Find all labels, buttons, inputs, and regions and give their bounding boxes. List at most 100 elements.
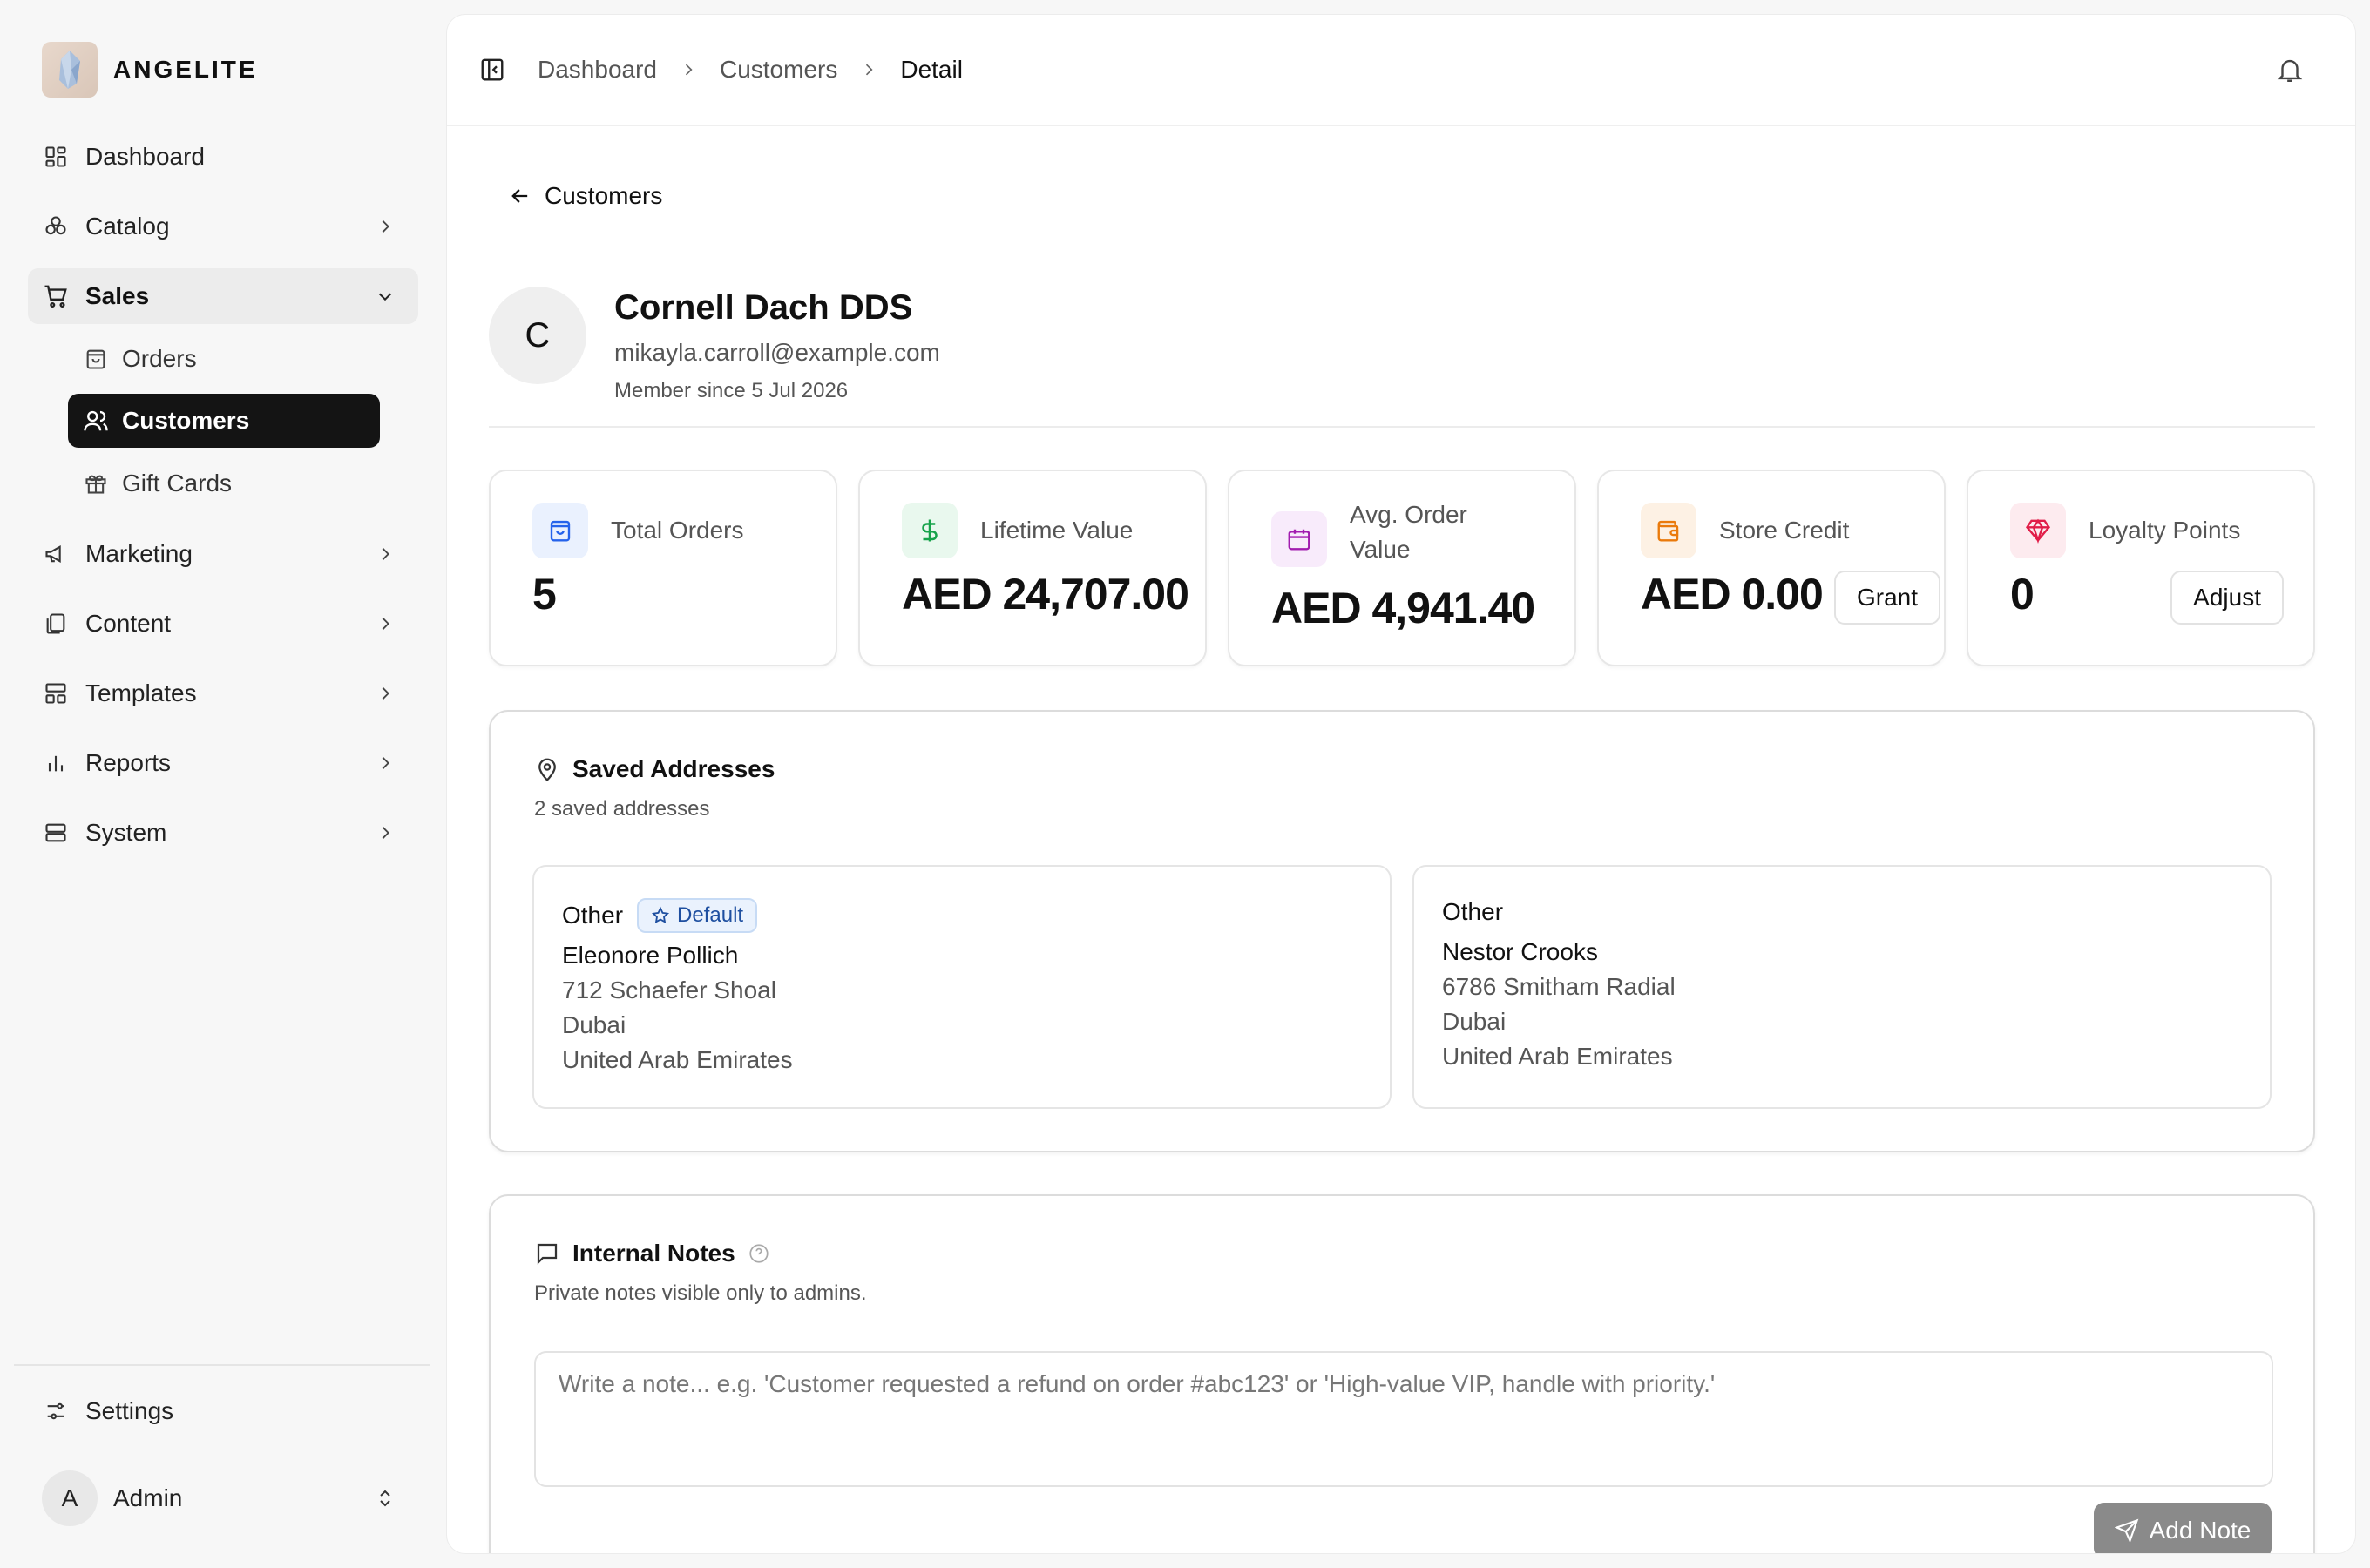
add-note-label: Add Note — [2149, 1517, 2252, 1544]
sidebar-item-system[interactable]: System — [28, 805, 418, 861]
sidebar-item-label: Templates — [85, 679, 197, 706]
sidebar-item-sales[interactable]: Sales — [28, 268, 418, 324]
member-since: Member since 5 Jul 2026 — [614, 379, 849, 402]
chevron-right-icon — [371, 213, 399, 240]
sidebar-item-catalog[interactable]: Catalog — [28, 199, 418, 254]
sidebar-item-templates[interactable]: Templates — [28, 666, 418, 721]
brand[interactable]: ANGELITE — [42, 42, 258, 98]
bag-icon — [532, 503, 588, 558]
sidebar-item-label: Reports — [85, 749, 172, 776]
sidebar-item-gift-cards[interactable]: Gift Cards — [68, 456, 380, 510]
brand-name: ANGELITE — [113, 56, 258, 83]
stat-label: Total Orders — [611, 517, 744, 544]
server-icon — [42, 819, 70, 847]
address-name: Nestor Crooks — [1442, 938, 1598, 965]
sidebar-toggle-icon[interactable] — [478, 56, 506, 84]
top-bar: Dashboard Customers Detail — [447, 15, 2355, 126]
stat-total-orders: Total Orders 5 — [489, 470, 837, 666]
sidebar-item-content[interactable]: Content — [28, 596, 418, 652]
sidebar-item-label: Content — [85, 610, 172, 637]
address-street: 6786 Smitham Radial — [1442, 973, 1676, 1000]
help-icon[interactable] — [748, 1242, 770, 1265]
chevrons-up-down-icon — [371, 1484, 399, 1512]
default-badge: Default — [637, 898, 758, 933]
internal-notes-card: Internal Notes Private notes visible onl… — [489, 1194, 2315, 1553]
bar-chart-icon — [42, 749, 70, 777]
chevron-right-icon — [674, 56, 702, 84]
bell-icon[interactable] — [2275, 55, 2306, 86]
chevron-right-icon — [371, 819, 399, 847]
sidebar-item-marketing[interactable]: Marketing — [28, 526, 418, 582]
stat-store-credit: Store Credit AED 0.00 Grant — [1597, 470, 1946, 666]
users-icon — [82, 407, 110, 435]
calendar-icon — [1271, 511, 1327, 567]
chevron-down-icon — [371, 282, 399, 310]
breadcrumb-current: Detail — [900, 56, 963, 83]
sidebar-divider — [14, 1364, 430, 1366]
map-pin-icon — [534, 756, 560, 782]
avatar: A — [42, 1470, 98, 1526]
message-icon — [534, 1240, 560, 1267]
section-subtitle: Private notes visible only to admins. — [534, 1281, 867, 1305]
address-card[interactable]: Other Default Eleonore Pollich 712 Schae… — [532, 865, 1392, 1109]
address-country: United Arab Emirates — [1442, 1043, 1673, 1070]
breadcrumb-customers[interactable]: Customers — [720, 56, 837, 84]
sidebar-item-label: Marketing — [85, 540, 193, 567]
dollar-icon — [902, 503, 958, 558]
sliders-icon — [42, 1397, 70, 1425]
star-icon — [651, 906, 670, 925]
customer-email: mikayla.carroll@example.com — [614, 339, 940, 366]
stat-value: AED 4,941.40 — [1271, 584, 1535, 632]
address-country: United Arab Emirates — [562, 1046, 793, 1073]
divider — [489, 426, 2315, 428]
section-title: Internal Notes — [534, 1240, 770, 1267]
avatar: C — [489, 287, 586, 384]
page-title: Cornell Dach DDS — [614, 288, 913, 327]
address-type-row: Other Default — [562, 898, 758, 933]
grant-button[interactable]: Grant — [1833, 571, 1940, 625]
cart-icon — [42, 282, 70, 310]
breadcrumb: Dashboard Customers Detail — [538, 56, 963, 84]
sidebar-item-orders[interactable]: Orders — [68, 332, 380, 386]
stat-lifetime-value: Lifetime Value AED 24,707.00 — [858, 470, 1207, 666]
files-icon — [42, 610, 70, 638]
address-card[interactable]: Other Nestor Crooks 6786 Smitham Radial … — [1412, 865, 2272, 1109]
sidebar-item-label: Sales — [85, 282, 150, 309]
address-street: 712 Schaefer Shoal — [562, 977, 776, 1004]
chevron-right-icon — [371, 679, 399, 707]
user-menu[interactable]: A Admin — [28, 1469, 418, 1528]
address-name: Eleonore Pollich — [562, 942, 739, 969]
adjust-button[interactable]: Adjust — [2170, 571, 2284, 625]
section-subtitle: 2 saved addresses — [534, 797, 710, 821]
section-title-text: Saved Addresses — [572, 755, 775, 782]
address-type: Other — [1442, 898, 1504, 925]
crystal-logo — [42, 42, 98, 98]
sidebar: ANGELITE Dashboard Catalog Sales Orders … — [0, 0, 444, 1568]
stat-label: Avg. Order Value — [1350, 501, 1467, 563]
add-note-button[interactable]: Add Note — [2094, 1503, 2272, 1553]
sidebar-item-label: Dashboard — [85, 143, 205, 170]
chevron-right-icon — [371, 610, 399, 638]
main-panel: Dashboard Customers Detail Customers C C… — [446, 14, 2356, 1554]
sidebar-item-reports[interactable]: Reports — [28, 735, 418, 791]
stat-label: Loyalty Points — [2089, 517, 2241, 544]
chevron-right-icon — [855, 56, 883, 84]
badge-label: Default — [677, 903, 744, 927]
dashboard-icon — [42, 143, 70, 171]
chevron-right-icon — [371, 749, 399, 777]
user-name: Admin — [113, 1484, 183, 1511]
stat-avg-order-value: Avg. Order Value AED 4,941.40 — [1228, 470, 1576, 666]
gem-icon — [2010, 503, 2066, 558]
sidebar-item-dashboard[interactable]: Dashboard — [28, 129, 418, 185]
sidebar-item-settings[interactable]: Settings — [28, 1383, 418, 1439]
stat-value: 5 — [532, 570, 557, 618]
stat-value: AED 0.00 — [1641, 570, 1824, 618]
back-to-customers-link[interactable]: Customers — [508, 182, 662, 210]
section-title-text: Internal Notes — [572, 1240, 735, 1267]
sidebar-item-label: System — [85, 819, 167, 846]
breadcrumb-dashboard[interactable]: Dashboard — [538, 56, 657, 84]
stat-value: AED 24,707.00 — [902, 570, 1189, 618]
stat-value: 0 — [2010, 570, 2035, 618]
note-input[interactable]: Write a note... e.g. 'Customer requested… — [534, 1351, 2273, 1487]
sidebar-item-customers[interactable]: Customers — [68, 394, 380, 448]
